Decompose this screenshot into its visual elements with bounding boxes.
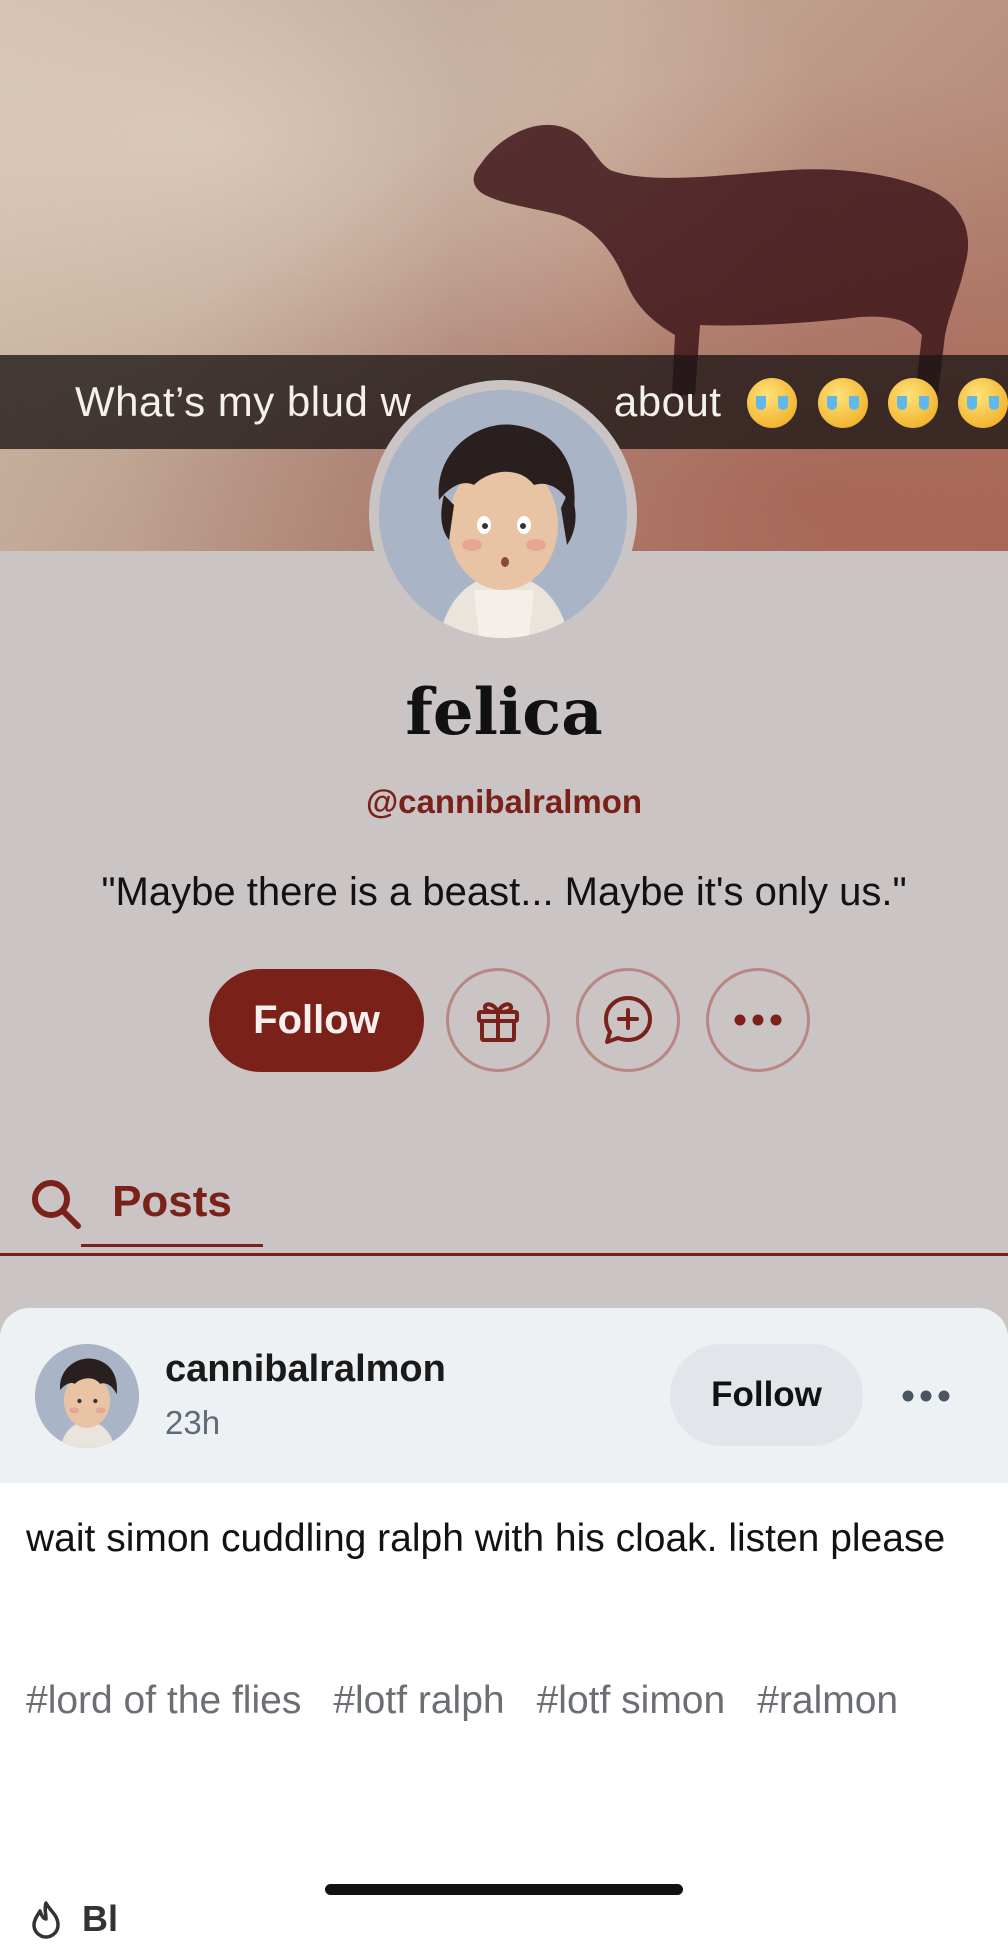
more-icon [734, 1014, 782, 1026]
post-timestamp: 23h [165, 1404, 221, 1441]
post-more-button[interactable] [898, 1378, 954, 1414]
dog-shadow-silhouette [473, 125, 969, 395]
blog-description: "Maybe there is a beast... Maybe it's on… [101, 870, 907, 914]
more-options-button[interactable] [706, 968, 810, 1072]
post-header: cannibalralmon 23h Follow [0, 1308, 1008, 1483]
gift-button[interactable] [446, 968, 550, 1072]
loudly-crying-face-icon [958, 377, 1008, 428]
post-tag[interactable]: #ralmon [757, 1670, 898, 1732]
blog-title: felica [405, 675, 603, 750]
gift-icon [477, 1002, 519, 1042]
search-icon[interactable] [28, 1176, 84, 1232]
post-card: cannibalralmon 23h Follow wait simon cud… [0, 1308, 1008, 1948]
flame-icon [32, 1901, 60, 1939]
blog-username[interactable]: @cannibalralmon [0, 783, 1008, 821]
post-author-avatar[interactable] [35, 1344, 139, 1448]
post-footer-peek-label: Bl [82, 1898, 118, 1939]
post-tags: #lord of the flies #lotf ralph #lotf sim… [26, 1670, 946, 1732]
profile-actions: Follow [209, 968, 810, 1072]
post-tag[interactable]: #lotf ralph [333, 1670, 504, 1732]
loudly-crying-face-icon [887, 377, 938, 428]
home-indicator[interactable] [325, 1884, 683, 1895]
profile-avatar-image [379, 390, 627, 638]
post-footer-peek: Bl [26, 1898, 118, 1940]
post-tag[interactable]: #lotf simon [537, 1670, 726, 1732]
message-button[interactable] [576, 968, 680, 1072]
post-body-text: wait simon cuddling ralph with his cloak… [26, 1517, 946, 1560]
tab-posts[interactable]: Posts [81, 1160, 263, 1247]
message-plus-icon [604, 996, 652, 1044]
post-author-name[interactable]: cannibalralmon [165, 1348, 446, 1391]
caption-text: What’s my blud w [75, 378, 412, 425]
profile-tabs: Posts [0, 1160, 1008, 1256]
more-icon [902, 1390, 950, 1402]
loudly-crying-face-icon [817, 377, 868, 428]
profile-avatar[interactable] [369, 380, 637, 648]
caption-text-tail: about [613, 378, 722, 425]
post-tag[interactable]: #lord of the flies [26, 1670, 301, 1732]
post-follow-button[interactable]: Follow [670, 1344, 863, 1446]
follow-button[interactable]: Follow [209, 968, 424, 1072]
loudly-crying-face-icon [747, 377, 798, 428]
